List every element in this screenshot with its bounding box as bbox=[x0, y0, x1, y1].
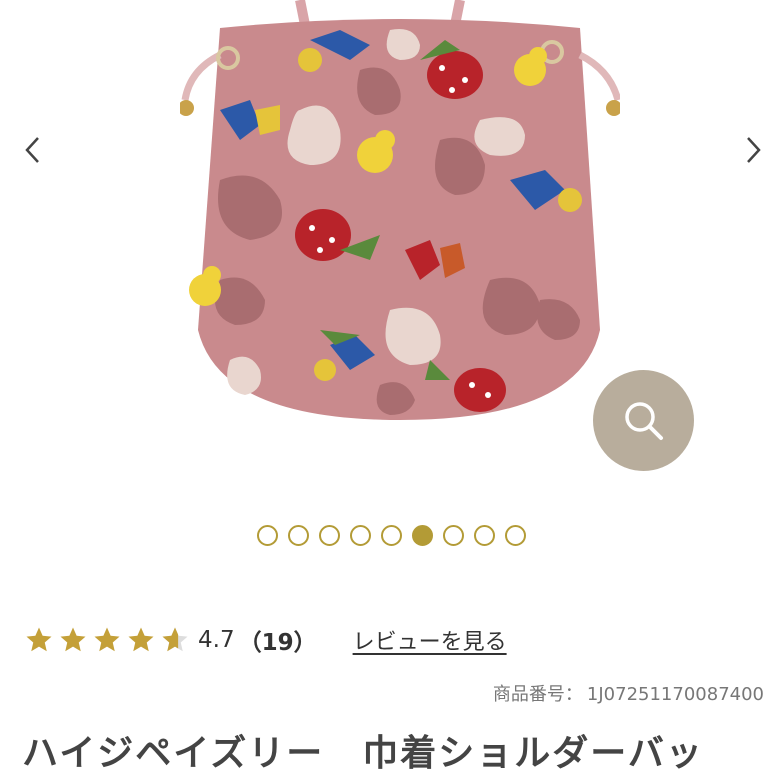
item-number-label: 商品番号： bbox=[492, 684, 583, 705]
zoom-button[interactable] bbox=[593, 370, 694, 471]
product-title: ハイジペイズリー 巾着ショルダーバッ bbox=[22, 733, 704, 774]
search-icon bbox=[624, 401, 663, 440]
star-icon bbox=[128, 627, 154, 652]
star-icon bbox=[26, 627, 52, 652]
carousel-dot-7[interactable] bbox=[443, 525, 464, 546]
previous-image-button[interactable] bbox=[12, 128, 52, 172]
star-icon bbox=[60, 627, 86, 652]
carousel-dot-3[interactable] bbox=[319, 525, 340, 546]
carousel-dot-5[interactable] bbox=[381, 525, 402, 546]
item-number: 商品番号： 1J07251170087400 bbox=[493, 680, 764, 706]
carousel-dot-1[interactable] bbox=[257, 525, 278, 546]
half-star-icon bbox=[162, 627, 188, 652]
review-count: （19） bbox=[238, 630, 317, 656]
carousel-dot-2[interactable] bbox=[288, 525, 309, 546]
product-image[interactable] bbox=[180, 0, 620, 430]
rating-value: 4.7 bbox=[198, 627, 235, 653]
next-image-button[interactable] bbox=[734, 128, 774, 172]
chevron-right-icon bbox=[747, 137, 761, 163]
carousel-dot-9[interactable] bbox=[505, 525, 526, 546]
carousel-pagination bbox=[257, 525, 526, 546]
product-image-carousel[interactable] bbox=[0, 0, 784, 546]
carousel-dot-4[interactable] bbox=[350, 525, 371, 546]
carousel-dot-8[interactable] bbox=[474, 525, 495, 546]
view-reviews-link[interactable]: レビューを見る bbox=[353, 624, 507, 656]
rating-row: 4.7 （19） レビューを見る bbox=[24, 622, 507, 658]
star-icon bbox=[94, 627, 120, 652]
item-number-value: 1J07251170087400 bbox=[586, 684, 764, 705]
carousel-dot-6[interactable] bbox=[412, 525, 433, 546]
chevron-left-icon bbox=[25, 137, 39, 163]
star-rating bbox=[24, 625, 190, 655]
